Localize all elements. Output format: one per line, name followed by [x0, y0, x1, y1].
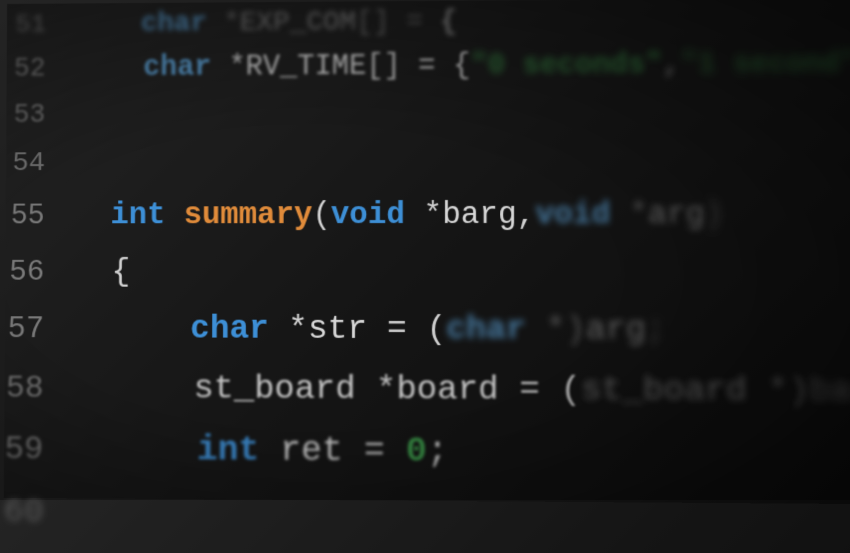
line-number: 60	[3, 481, 73, 545]
code-line[interactable]: 56 {	[5, 244, 850, 302]
line-number: 59	[4, 419, 73, 481]
token-punct: (	[312, 198, 331, 233]
code-content[interactable]	[74, 168, 850, 170]
token-punct: = (	[367, 311, 446, 348]
token-ident: barg	[442, 198, 517, 233]
line-number: 51	[7, 3, 75, 45]
token-ident	[74, 253, 112, 290]
code-content[interactable]: st_board *board = (st_board *)barg;	[73, 359, 850, 423]
code-content[interactable]: char *EXP_COM[] = {	[75, 0, 850, 46]
token-kw-type-bright: char	[190, 311, 268, 348]
token-kw-type: void	[535, 198, 610, 233]
code-content[interactable]: int summary(void *barg,void *arg)	[74, 187, 850, 244]
token-ident	[73, 370, 194, 408]
token-funcname: summary	[184, 198, 313, 233]
token-ident: RV_TIME	[246, 50, 367, 83]
token-ident-dim: arg	[586, 311, 646, 348]
code-line[interactable]: 59 int ret = 0;	[4, 418, 850, 486]
token-ident	[259, 431, 280, 471]
token-string: "0 seconds"	[470, 48, 662, 82]
token-punct: =	[343, 431, 406, 472]
token-kw-type-bright: void	[331, 198, 405, 233]
token-kw-type: char	[141, 8, 207, 39]
code-content[interactable]: char *str = (char *)arg;	[73, 301, 850, 361]
code-line[interactable]: 54	[6, 137, 850, 189]
token-ident	[73, 430, 197, 471]
token-punct-dim: [] =	[356, 7, 440, 38]
token-ident-dim: arg	[648, 198, 705, 233]
token-punct: *	[405, 198, 442, 233]
token-ident: ret	[280, 431, 343, 471]
code-line[interactable]: 60	[3, 481, 850, 552]
token-ident-dim: EXP_COM	[240, 7, 356, 38]
code-content[interactable]: char *RV_TIME[] = {"0 seconds","1 second…	[75, 41, 850, 91]
token-ident: st_board	[193, 370, 355, 409]
token-punct-dim: *	[207, 8, 240, 39]
token-punct-dim: *	[610, 198, 648, 233]
line-number: 55	[5, 189, 74, 244]
code-line[interactable]: 55 int summary(void *barg,void *arg)	[5, 187, 850, 244]
token-ident: str	[308, 311, 367, 348]
line-number: 52	[7, 47, 76, 93]
token-ident-dim: st_board	[581, 372, 747, 411]
line-number: 57	[5, 301, 74, 359]
token-punct-dim: *)	[747, 372, 810, 411]
token-punct: ,	[517, 198, 536, 233]
token-punct-dim: )	[705, 198, 724, 233]
token-punct: ;	[427, 431, 448, 471]
code-line[interactable]: 57 char *str = (char *)arg;	[5, 300, 850, 361]
token-number: 0	[406, 431, 427, 471]
token-kw-type: char	[143, 51, 212, 84]
token-ident: board	[396, 371, 498, 410]
line-number: 58	[4, 359, 73, 419]
line-number: 54	[6, 139, 75, 188]
token-kw-type-bright: int	[110, 198, 165, 233]
code-line[interactable]: 53	[6, 88, 850, 139]
token-punct: = (	[499, 371, 581, 410]
code-editor[interactable]: 51 char *EXP_COM[] = { 52 char *RV_TIME[…	[3, 0, 850, 552]
token-kw-type-bright: int	[197, 430, 260, 470]
token-ident-dim: barg	[809, 373, 850, 412]
line-number: 56	[5, 245, 74, 300]
code-content[interactable]	[73, 521, 850, 527]
token-ident	[75, 51, 143, 84]
token-kw-type: char	[446, 311, 526, 348]
token-ident	[75, 9, 141, 40]
token-punct: *	[211, 51, 245, 84]
code-line[interactable]: 51 char *EXP_COM[] = {	[7, 0, 850, 46]
token-punct: [] =	[366, 49, 453, 82]
token-punct: *	[269, 311, 308, 348]
token-brace: {	[440, 7, 457, 38]
token-punct-dim: *)	[526, 311, 586, 348]
token-ident	[165, 198, 183, 233]
line-number: 53	[6, 92, 75, 140]
token-brace: {	[111, 253, 130, 290]
token-punct-dim: ;	[646, 311, 666, 348]
token-ident	[74, 199, 111, 234]
token-punct: *	[356, 371, 397, 409]
token-brace: {	[453, 49, 470, 82]
token-ident	[73, 310, 190, 347]
code-line[interactable]: 58 st_board *board = (st_board *)barg;	[4, 359, 850, 423]
code-content[interactable]: int ret = 0;	[73, 419, 850, 486]
code-content[interactable]	[75, 119, 850, 122]
token-punct: ,	[663, 48, 681, 81]
token-string: "1 second"	[680, 47, 850, 81]
code-content[interactable]: {	[74, 244, 850, 301]
code-line[interactable]: 52 char *RV_TIME[] = {"0 seconds","1 sec…	[7, 41, 850, 92]
